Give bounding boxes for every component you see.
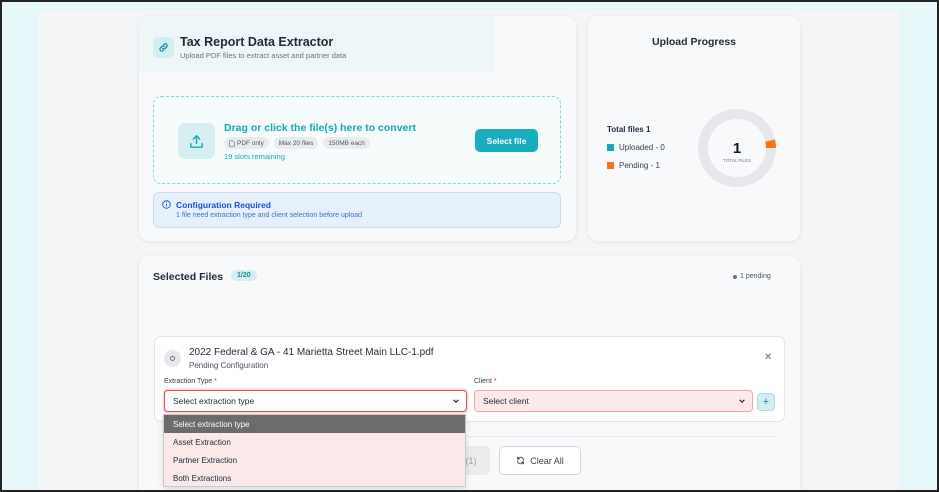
extraction-type-dropdown: Select extraction type Asset Extraction … xyxy=(163,414,466,487)
dropzone-title: Drag or click the file(s) here to conver… xyxy=(224,122,416,134)
option-asset-extraction[interactable]: Asset Extraction xyxy=(164,433,465,451)
pending-swatch xyxy=(607,162,614,169)
document-icon xyxy=(229,139,235,147)
chip-pdf-only: PDF only xyxy=(224,137,269,149)
pending-count-tag: 1 pending xyxy=(733,273,771,280)
file-list-item: 2022 Federal & GA - 41 Marietta Street M… xyxy=(154,336,785,422)
uploaded-swatch xyxy=(607,144,614,151)
pending-dot-icon xyxy=(733,274,737,279)
option-partner-extraction[interactable]: Partner Extraction xyxy=(164,451,465,469)
upload-icon xyxy=(178,123,215,159)
option-select-extraction-type[interactable]: Select extraction type xyxy=(164,415,465,433)
add-client-button[interactable]: + xyxy=(757,393,775,411)
total-files-label: Total files 1 xyxy=(607,125,651,134)
legend-uploaded: Uploaded - 0 xyxy=(607,143,665,152)
file-count-badge: 1/20 xyxy=(231,270,257,281)
extraction-type-select[interactable]: Select extraction type xyxy=(164,390,467,412)
chip-max-files: Max 20 files xyxy=(273,137,319,149)
selected-files-title: Selected Files xyxy=(153,271,224,283)
upload-progress-card: Upload Progress Total files 1 Uploaded -… xyxy=(588,16,800,241)
info-icon xyxy=(162,200,171,209)
progress-title: Upload Progress xyxy=(651,36,737,48)
page-title: Tax Report Data Extractor xyxy=(180,35,334,49)
chevron-down-icon xyxy=(453,399,459,403)
page-subtitle: Upload PDF files to extract asset and pa… xyxy=(180,51,347,60)
donut-center-caption: TOTAL FILES xyxy=(723,158,751,163)
chip-max-size: 150MB each xyxy=(323,137,370,149)
client-select[interactable]: Select client xyxy=(474,390,753,412)
configuration-alert: Configuration Required 1 file need extra… xyxy=(153,192,561,228)
donut-center-value: 1 xyxy=(733,140,741,157)
upload-card: Tax Report Data Extractor Upload PDF fil… xyxy=(139,16,576,241)
option-both-extractions[interactable]: Both Extractions xyxy=(164,469,465,487)
slots-remaining: 19 slots remaining xyxy=(224,152,285,161)
refresh-icon xyxy=(517,456,525,465)
file-status-icon xyxy=(164,350,181,367)
file-dropzone[interactable]: Drag or click the file(s) here to conver… xyxy=(153,96,561,184)
file-constraints: PDF only Max 20 files 150MB each xyxy=(224,137,370,149)
clear-all-button[interactable]: Clear All xyxy=(499,446,581,475)
client-label: Client * xyxy=(474,378,497,385)
link-icon xyxy=(153,37,174,58)
remove-file-icon[interactable]: ✕ xyxy=(764,352,772,363)
chevron-down-icon xyxy=(739,399,745,403)
donut-pending-arc xyxy=(765,139,776,149)
progress-donut-chart: 1 TOTAL FILES xyxy=(698,109,776,187)
file-name: 2022 Federal & GA - 41 Marietta Street M… xyxy=(189,347,434,358)
select-file-button[interactable]: Select file xyxy=(475,129,538,152)
config-alert-message: 1 file need extraction type and client s… xyxy=(176,212,363,219)
extraction-type-label: Extraction Type * xyxy=(164,378,217,385)
file-status-text: Pending Configuration xyxy=(189,361,269,370)
config-alert-title: Configuration Required xyxy=(176,200,271,210)
legend-pending: Pending - 1 xyxy=(607,161,660,170)
